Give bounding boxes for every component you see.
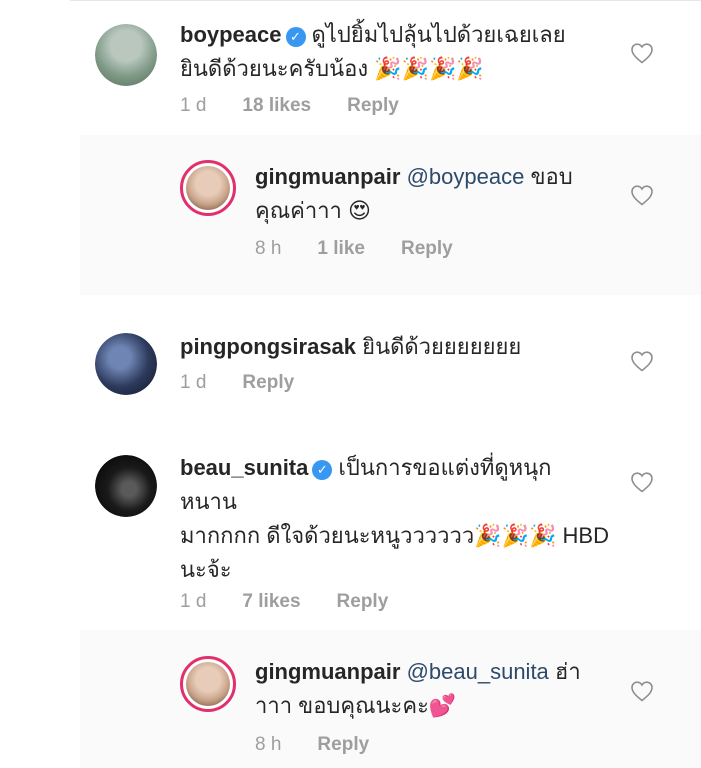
comment-body-line-4: นะจ้ะ xyxy=(180,557,232,582)
comment-body-line-3: มากกกก ดีใจด้วยนะหนูวววววว🎉🎉🎉 HBD xyxy=(180,523,609,548)
timestamp: 8 h xyxy=(255,734,282,755)
reply-button[interactable]: Reply xyxy=(317,734,369,756)
comment-body-line-2: หนาน xyxy=(180,489,237,514)
heart-outline-icon[interactable] xyxy=(630,184,654,206)
heart-outline-icon[interactable] xyxy=(630,42,654,64)
heart-outline-icon[interactable] xyxy=(630,350,654,372)
comment-text: beau_sunita ✓ เป็นการขอแต่งที่ดูหนุก หนาน … xyxy=(180,451,620,587)
comment-text: gingmuanpair @beau_sunita ฮ่า าาา ขอบคุณ… xyxy=(255,655,615,723)
comment-body: ยินดีด้วยยยยยยย xyxy=(362,334,522,359)
heart-outline-icon[interactable] xyxy=(630,680,654,702)
reply-button[interactable]: Reply xyxy=(337,591,389,613)
comment-meta: 1 d 18 likes Reply xyxy=(180,95,399,117)
verified-badge-icon: ✓ xyxy=(285,27,306,47)
timestamp: 8 h xyxy=(255,238,282,259)
likes-count[interactable]: 1 like xyxy=(317,238,365,260)
comment-meta: 8 h 1 like Reply xyxy=(255,238,453,260)
username-link[interactable]: gingmuanpair xyxy=(255,164,400,189)
comment-meta: 1 d 7 likes Reply xyxy=(180,591,388,613)
likes-count[interactable]: 7 likes xyxy=(242,591,300,613)
comment-body: ขอบ xyxy=(530,164,573,189)
comment-body-line-2: าาา ขอบคุณนะคะ💕 xyxy=(255,693,457,718)
mention-link[interactable]: @boypeace xyxy=(407,164,525,189)
avatar[interactable] xyxy=(180,656,236,712)
comment-text: pingpongsirasak ยินดีด้วยยยยยยย xyxy=(180,330,620,364)
avatar[interactable] xyxy=(95,24,157,86)
mention-link[interactable]: @beau_sunita xyxy=(407,659,549,684)
heart-outline-icon[interactable] xyxy=(630,471,654,493)
comment-body-line-2: ยินดีด้วยนะครับน้อง 🎉🎉🎉🎉 xyxy=(180,56,484,81)
reply-button[interactable]: Reply xyxy=(401,238,453,260)
comment-text: boypeace ✓ ดูไปยิ้มไปลุ้นไปด้วยเฉยเลย ยินด… xyxy=(180,18,620,86)
timestamp: 1 d xyxy=(180,372,207,393)
verified-badge-icon: ✓ xyxy=(312,460,333,480)
comment-meta: 8 h Reply xyxy=(255,734,369,756)
comment-body: ฮ่า xyxy=(554,659,581,684)
reply-button[interactable]: Reply xyxy=(242,372,294,394)
username-link[interactable]: pingpongsirasak xyxy=(180,334,356,359)
comment-text: gingmuanpair @boypeace ขอบ คุณค่าาา 😍 xyxy=(255,160,615,228)
top-divider xyxy=(70,0,701,1)
avatar[interactable] xyxy=(95,333,157,395)
reply-button[interactable]: Reply xyxy=(347,95,399,117)
likes-count[interactable]: 18 likes xyxy=(242,95,311,117)
comment-meta: 1 d Reply xyxy=(180,372,294,394)
comment-body: ดูไปยิ้มไปลุ้นไปด้วยเฉยเลย xyxy=(311,22,566,47)
username-link[interactable]: beau_sunita xyxy=(180,455,308,480)
timestamp: 1 d xyxy=(180,95,207,116)
avatar[interactable] xyxy=(180,160,236,216)
username-link[interactable]: gingmuanpair xyxy=(255,659,400,684)
comment-body-line-2: คุณค่าาา 😍 xyxy=(255,198,371,223)
avatar[interactable] xyxy=(95,455,157,517)
comment-body: เป็นการขอแต่งที่ดูหนุก xyxy=(338,455,552,480)
username-link[interactable]: boypeace xyxy=(180,22,282,47)
timestamp: 1 d xyxy=(180,591,207,612)
